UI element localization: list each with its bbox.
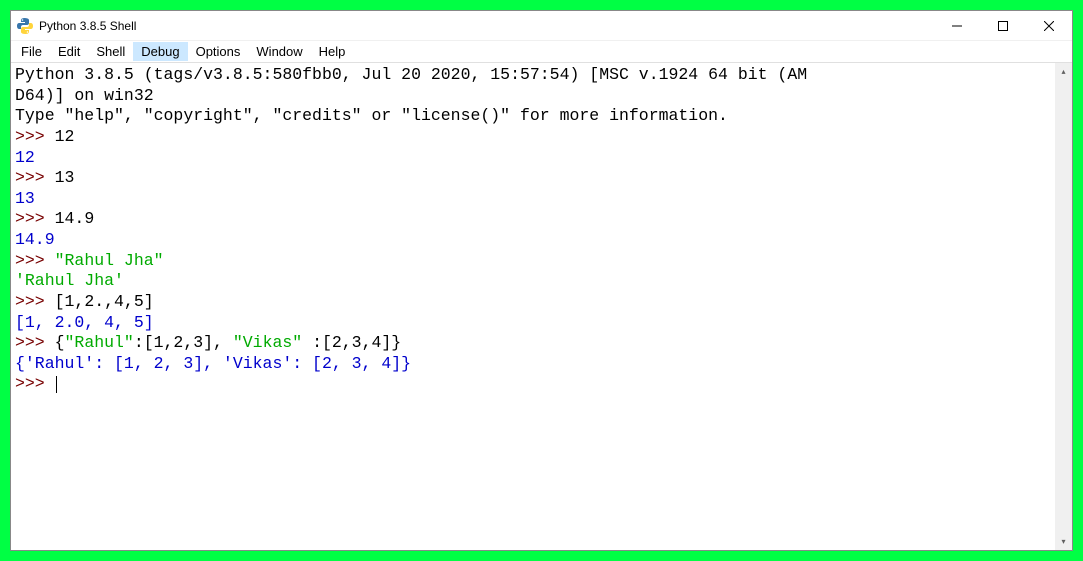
output-text: 13: [15, 189, 35, 208]
banner-line: D64)] on win32: [15, 86, 154, 105]
output-text: {'Rahul': [1, 2, 3], 'Vikas': [2, 3, 4]}: [15, 354, 411, 373]
input-text: 12: [55, 127, 75, 146]
menu-window[interactable]: Window: [248, 42, 310, 61]
input-text: 14.9: [55, 209, 95, 228]
menu-edit[interactable]: Edit: [50, 42, 88, 61]
menu-bar: FileEditShellDebugOptionsWindowHelp: [11, 41, 1072, 63]
prompt: >>>: [15, 209, 55, 228]
window-frame: Python 3.8.5 Shell FileEditShellDebugOpt…: [10, 10, 1073, 551]
menu-help[interactable]: Help: [311, 42, 354, 61]
menu-shell[interactable]: Shell: [88, 42, 133, 61]
scroll-up-arrow[interactable]: ▴: [1055, 63, 1072, 80]
output-text: 12: [15, 148, 35, 167]
input-text: "Rahul Jha": [55, 251, 164, 270]
minimize-button[interactable]: [934, 11, 980, 40]
input-text: :[1,2,3],: [134, 333, 233, 352]
window-title: Python 3.8.5 Shell: [39, 19, 934, 33]
prompt: >>>: [15, 251, 55, 270]
input-text: [1,2.,4,5]: [55, 292, 154, 311]
shell-output[interactable]: Python 3.8.5 (tags/v3.8.5:580fbb0, Jul 2…: [11, 63, 1055, 550]
output-text: 'Rahul Jha': [15, 271, 124, 290]
scroll-down-arrow[interactable]: ▾: [1055, 533, 1072, 550]
input-text: :[2,3,4]}: [302, 333, 401, 352]
title-bar[interactable]: Python 3.8.5 Shell: [11, 11, 1072, 41]
maximize-button[interactable]: [980, 11, 1026, 40]
menu-options[interactable]: Options: [188, 42, 249, 61]
output-text: [1, 2.0, 4, 5]: [15, 313, 154, 332]
window-controls: [934, 11, 1072, 40]
prompt: >>>: [15, 168, 55, 187]
input-text: "Rahul": [65, 333, 134, 352]
menu-debug[interactable]: Debug: [133, 42, 187, 61]
close-button[interactable]: [1026, 11, 1072, 40]
prompt: >>>: [15, 333, 55, 352]
banner-line: Type "help", "copyright", "credits" or "…: [15, 106, 728, 125]
text-cursor: [56, 376, 57, 393]
python-icon: [17, 18, 33, 34]
vertical-scrollbar[interactable]: ▴ ▾: [1055, 63, 1072, 550]
prompt: >>>: [15, 374, 55, 393]
menu-file[interactable]: File: [13, 42, 50, 61]
input-text: {: [55, 333, 65, 352]
prompt: >>>: [15, 127, 55, 146]
output-text: 14.9: [15, 230, 55, 249]
input-text: 13: [55, 168, 75, 187]
content-area: Python 3.8.5 (tags/v3.8.5:580fbb0, Jul 2…: [11, 63, 1072, 550]
input-text: "Vikas": [233, 333, 302, 352]
prompt: >>>: [15, 292, 55, 311]
banner-line: Python 3.8.5 (tags/v3.8.5:580fbb0, Jul 2…: [15, 65, 807, 84]
